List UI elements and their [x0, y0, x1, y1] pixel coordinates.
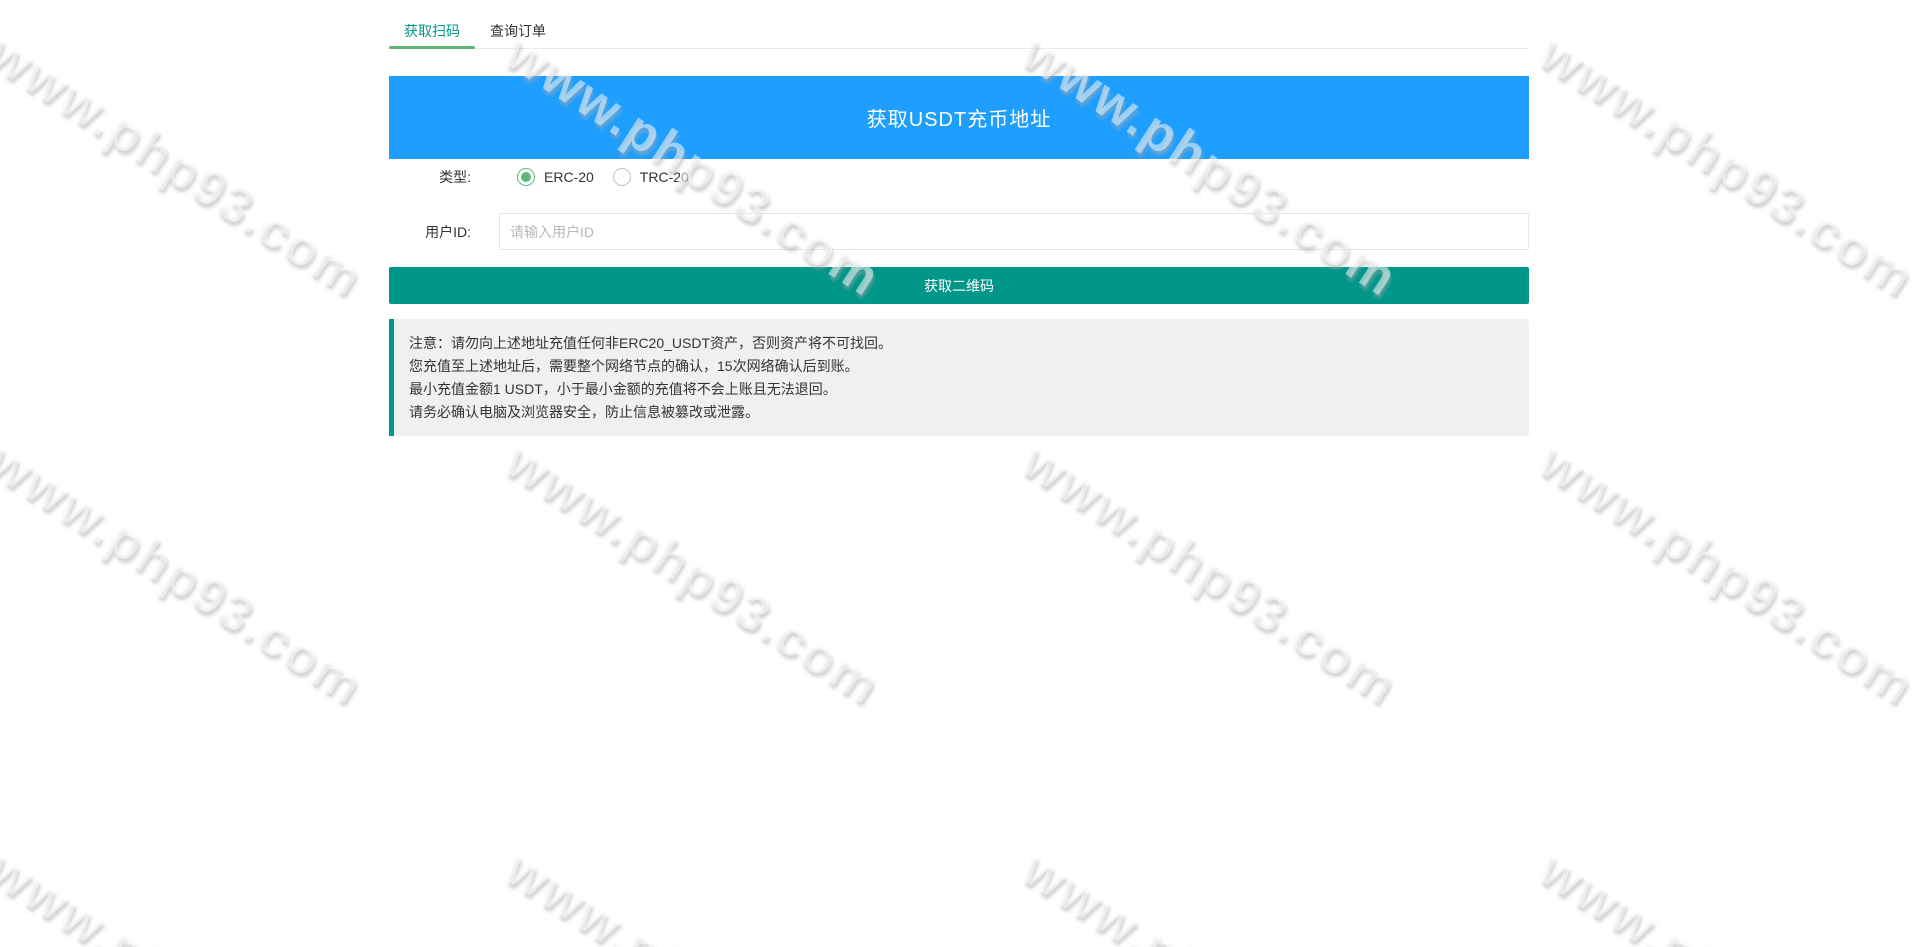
main-panel: 获取扫码 查询订单 获取USDT充币地址 类型: ERC-20 TRC-20 用… — [389, 15, 1529, 436]
radio-checked-icon — [517, 168, 535, 186]
notice-box: 注意：请勿向上述地址充值任何非ERC20_USDT资产，否则资产将不可找回。 您… — [389, 319, 1529, 436]
type-label: 类型: — [389, 167, 499, 187]
user-id-row: 用户ID: — [389, 213, 1529, 250]
radio-trc20-label: TRC-20 — [640, 169, 689, 185]
radio-erc20-label: ERC-20 — [544, 169, 594, 185]
watermark-text: www.php93.com — [0, 22, 374, 309]
watermark-text: www.php93.com — [494, 838, 891, 947]
radio-trc20[interactable]: TRC-20 — [613, 168, 689, 186]
notice-line: 注意：请勿向上述地址充值任何非ERC20_USDT资产，否则资产将不可找回。 — [409, 332, 1514, 355]
type-options: ERC-20 TRC-20 — [499, 168, 1529, 186]
watermark-text: www.php93.com — [0, 838, 374, 947]
user-id-control — [499, 213, 1529, 250]
watermark-text: www.php93.com — [1011, 430, 1408, 717]
notice-line: 您充值至上述地址后，需要整个网络节点的确认，15次网络确认后到账。 — [409, 355, 1514, 378]
watermark-text: www.php93.com — [1528, 22, 1920, 309]
watermark-text: www.php93.com — [1011, 838, 1408, 947]
get-qrcode-button[interactable]: 获取二维码 — [389, 267, 1529, 304]
watermark-text: www.php93.com — [0, 430, 374, 717]
banner: 获取USDT充币地址 — [389, 76, 1529, 159]
user-id-input[interactable] — [499, 213, 1529, 250]
user-id-label: 用户ID: — [389, 222, 499, 242]
banner-title: 获取USDT充币地址 — [867, 103, 1051, 132]
watermark-text: www.php93.com — [1528, 838, 1920, 947]
tab-bar: 获取扫码 查询订单 — [389, 15, 1529, 49]
tab-get-qrcode[interactable]: 获取扫码 — [389, 15, 475, 48]
tab-query-orders[interactable]: 查询订单 — [475, 15, 561, 48]
radio-erc20[interactable]: ERC-20 — [517, 168, 594, 186]
watermark-text: www.php93.com — [1528, 430, 1920, 717]
radio-unchecked-icon — [613, 168, 631, 186]
watermark-text: www.php93.com — [494, 430, 891, 717]
notice-line: 最小充值金额1 USDT，小于最小金额的充值将不会上账且无法退回。 — [409, 378, 1514, 401]
type-row: 类型: ERC-20 TRC-20 — [389, 163, 1529, 190]
notice-line: 请务必确认电脑及浏览器安全，防止信息被篡改或泄露。 — [409, 401, 1514, 424]
